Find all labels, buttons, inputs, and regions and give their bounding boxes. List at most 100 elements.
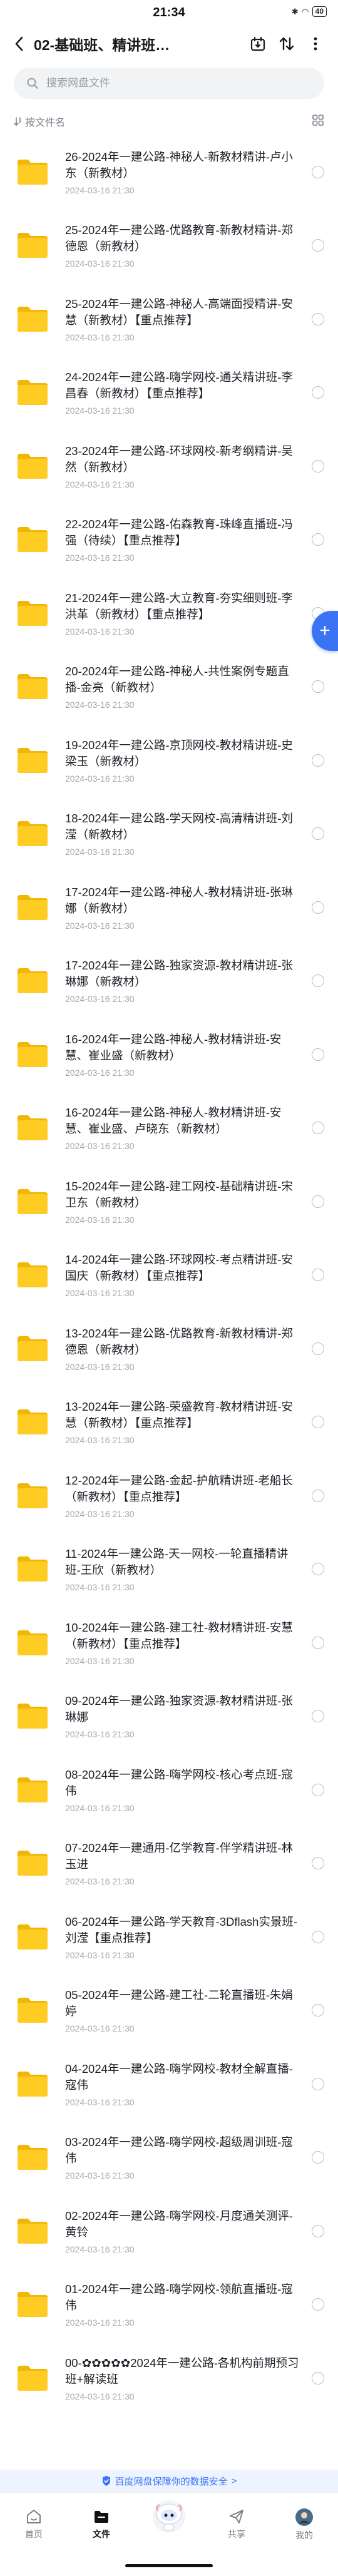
select-radio[interactable]: [312, 1857, 324, 1870]
select-radio[interactable]: [312, 974, 324, 988]
file-row[interactable]: 13-2024年一建公路-优路教育-新教材精讲-郑德恩（新教材） 2024-03-…: [0, 1312, 338, 1386]
select-radio[interactable]: [312, 1930, 324, 1943]
back-button[interactable]: [11, 36, 28, 52]
file-row[interactable]: 11-2024年一建公路-天一网校-一轮直播精讲班-王欣（新教材） 2024-03…: [0, 1533, 338, 1607]
folder-icon: [18, 894, 48, 920]
tab-assistant[interactable]: [141, 2495, 197, 2535]
select-radio[interactable]: [312, 312, 324, 325]
security-notice[interactable]: 百度网盘保障你的数据安全 >: [0, 2470, 338, 2492]
file-row[interactable]: 24-2024年一建公路-嗨学网校-通关精讲班-李昌春（新教材）【重点推荐】 20…: [0, 356, 338, 430]
tab-mine[interactable]: 我的: [276, 2508, 332, 2542]
tab-share[interactable]: 共享: [208, 2508, 265, 2540]
folder-icon: [18, 1115, 48, 1141]
file-info: 05-2024年一建公路-建工社-二轮直播班-朱娟婷 2024-03-16 21:…: [65, 1987, 300, 2033]
file-row[interactable]: 07-2024年一建通用-亿学教育-伴学精讲班-林玉进 2024-03-16 21…: [0, 1827, 338, 1901]
file-row[interactable]: 23-2024年一建公路-环球网校-新考纲精讲-吴然（新教材） 2024-03-1…: [0, 429, 338, 503]
file-row[interactable]: 26-2024年一建公路-神秘人-新教材精讲-卢小东（新教材） 2024-03-1…: [0, 135, 338, 209]
select-radio[interactable]: [312, 1783, 324, 1796]
file-info: 16-2024年一建公路-神秘人-教材精讲班-安慧、崔业盛、卢晓东（新教材） 20…: [65, 1105, 300, 1151]
file-row[interactable]: 00-✿✿✿✿✿2024年一建公路-各机构前期预习班+解读班 2024-03-16…: [0, 2341, 338, 2415]
file-row[interactable]: 20-2024年一建公路-神秘人-共性案例专题直播-金亮（新教材） 2024-03…: [0, 650, 338, 724]
select-radio[interactable]: [312, 459, 324, 473]
more-button[interactable]: [304, 33, 327, 55]
select-radio[interactable]: [312, 2004, 324, 2017]
file-info: 14-2024年一建公路-环球网校-考点精讲班-安国庆（新教材）【重点推荐】 20…: [65, 1252, 300, 1298]
sort-toggle-button[interactable]: [275, 33, 298, 55]
select-radio[interactable]: [312, 2224, 324, 2237]
select-radio[interactable]: [312, 901, 324, 914]
file-row[interactable]: 25-2024年一建公路-神秘人-高端面授精讲-安慧（新教材）【重点推荐】 202…: [0, 282, 338, 356]
select-radio[interactable]: [312, 2371, 324, 2384]
file-row[interactable]: 17-2024年一建公路-独家资源-教材精讲班-张琳娜（新教材） 2024-03-…: [0, 944, 338, 1018]
file-date: 2024-03-16 21:30: [65, 185, 135, 195]
file-row[interactable]: 19-2024年一建公路-京顶网校-教材精讲班-史梁玉（新教材） 2024-03-…: [0, 723, 338, 797]
file-name: 21-2024年一建公路-大立教育-夯实细则班-李洪革（新教材）【重点推荐】: [65, 591, 293, 621]
file-row[interactable]: 02-2024年一建公路-嗨学网校-月度通关测评-黄铃 2024-03-16 21…: [0, 2194, 338, 2268]
file-row[interactable]: 01-2024年一建公路-嗨学网校-领航直播班-寇伟 2024-03-16 21:…: [0, 2268, 338, 2342]
select-radio[interactable]: [312, 533, 324, 546]
file-row[interactable]: 15-2024年一建公路-建工网校-基础精讲班-宋卫东（新教材） 2024-03-…: [0, 1165, 338, 1239]
select-radio[interactable]: [312, 680, 324, 693]
file-date: 2024-03-16 21:30: [65, 1729, 135, 1740]
sort-by-name-button[interactable]: 按文件名: [14, 114, 65, 129]
select-radio[interactable]: [312, 165, 324, 178]
folder-icon: [18, 1630, 48, 1655]
file-row[interactable]: 17-2024年一建公路-神秘人-教材精讲班-张琳娜（新教材） 2024-03-1…: [0, 871, 338, 944]
tab-home[interactable]: 首页: [6, 2508, 62, 2540]
file-info: 06-2024年一建公路-学天教育-3Dflash实景班-刘滢【重点推荐】 202…: [65, 1914, 300, 1960]
select-radio[interactable]: [312, 754, 324, 767]
file-row[interactable]: 16-2024年一建公路-神秘人-教材精讲班-安慧、崔业盛（新教材） 2024-0…: [0, 1018, 338, 1091]
grid-view-icon: [312, 114, 324, 126]
file-row[interactable]: 25-2024年一建公路-优路教育-新教材精讲-郑德恩（新教材） 2024-03-…: [0, 209, 338, 283]
select-radio[interactable]: [312, 2077, 324, 2090]
view-mode-button[interactable]: [312, 114, 324, 130]
file-info: 07-2024年一建通用-亿学教育-伴学精讲班-林玉进 2024-03-16 21…: [65, 1840, 300, 1886]
file-row[interactable]: 16-2024年一建公路-神秘人-教材精讲班-安慧、崔业盛、卢晓东（新教材） 20…: [0, 1091, 338, 1165]
file-row[interactable]: 14-2024年一建公路-环球网校-考点精讲班-安国庆（新教材）【重点推荐】 20…: [0, 1239, 338, 1312]
search-input[interactable]: [45, 76, 312, 90]
select-radio[interactable]: [312, 827, 324, 841]
file-row[interactable]: 06-2024年一建公路-学天教育-3Dflash实景班-刘滢【重点推荐】 202…: [0, 1900, 338, 1974]
file-date: 2024-03-16 21:30: [65, 2097, 135, 2107]
file-row[interactable]: 09-2024年一建公路-独家资源-教材精讲班-张琳娜 2024-03-16 21…: [0, 1680, 338, 1754]
select-radio[interactable]: [312, 1122, 324, 1135]
avatar-icon: [295, 2508, 313, 2526]
select-radio[interactable]: [312, 1269, 324, 1282]
file-date: 2024-03-16 21:30: [65, 2023, 135, 2034]
file-row[interactable]: 08-2024年一建公路-嗨学网校-核心考点班-寇伟 2024-03-16 21:…: [0, 1753, 338, 1827]
transfer-list-button[interactable]: [247, 33, 269, 55]
file-row[interactable]: 21-2024年一建公路-大立教育-夯实细则班-李洪革（新教材）【重点推荐】 20…: [0, 576, 338, 650]
select-radio[interactable]: [312, 2298, 324, 2311]
select-radio[interactable]: [312, 239, 324, 252]
select-radio[interactable]: [312, 1563, 324, 1576]
file-info: 19-2024年一建公路-京顶网校-教材精讲班-史梁玉（新教材） 2024-03-…: [65, 737, 300, 784]
search-box[interactable]: [14, 68, 324, 99]
file-info: 00-✿✿✿✿✿2024年一建公路-各机构前期预习班+解读班 2024-03-16…: [65, 2355, 300, 2401]
tab-files[interactable]: 文件: [73, 2508, 130, 2540]
select-radio[interactable]: [312, 1195, 324, 1208]
file-row[interactable]: 22-2024年一建公路-佑森教育-珠峰直播班-冯强（待续）【重点推荐】 2024…: [0, 503, 338, 577]
file-row[interactable]: 12-2024年一建公路-金起-护航精讲班-老船长（新教材）【重点推荐】 2024…: [0, 1459, 338, 1533]
select-radio[interactable]: [312, 1489, 324, 1502]
file-info: 01-2024年一建公路-嗨学网校-领航直播班-寇伟 2024-03-16 21:…: [65, 2281, 300, 2328]
select-radio[interactable]: [312, 1710, 324, 1723]
select-radio[interactable]: [312, 1636, 324, 1649]
tab-home-label: 首页: [25, 2529, 43, 2539]
select-radio[interactable]: [312, 386, 324, 399]
file-row[interactable]: 03-2024年一建公路-嗨学网校-超级周训班-寇伟 2024-03-16 21:…: [0, 2121, 338, 2195]
select-radio[interactable]: [312, 1342, 324, 1355]
select-radio[interactable]: [312, 2151, 324, 2164]
file-date: 2024-03-16 21:30: [65, 2391, 135, 2401]
battery-icon: 40: [312, 6, 327, 17]
file-date: 2024-03-16 21:30: [65, 1361, 135, 1372]
file-row[interactable]: 18-2024年一建公路-学天网校-高清精讲班-刘滢（新教材） 2024-03-1…: [0, 797, 338, 871]
file-row[interactable]: 05-2024年一建公路-建工社-二轮直播班-朱娟婷 2024-03-16 21:…: [0, 1974, 338, 2048]
select-radio[interactable]: [312, 1048, 324, 1061]
search-section: [0, 63, 338, 108]
file-row[interactable]: 04-2024年一建公路-嗨学网校-教材全解直播-寇伟 2024-03-16 21…: [0, 2047, 338, 2121]
file-row[interactable]: 13-2024年一建公路-荣盛教育-教材精讲班-安慧（新教材）【重点推荐】 202…: [0, 1386, 338, 1459]
tab-share-label: 共享: [228, 2529, 245, 2539]
file-name: 14-2024年一建公路-环球网校-考点精讲班-安国庆（新教材）【重点推荐】: [65, 1253, 293, 1283]
select-radio[interactable]: [312, 1416, 324, 1429]
file-row[interactable]: 10-2024年一建公路-建工社-教材精讲班-安慧（新教材）【重点推荐】 2024…: [0, 1606, 338, 1680]
